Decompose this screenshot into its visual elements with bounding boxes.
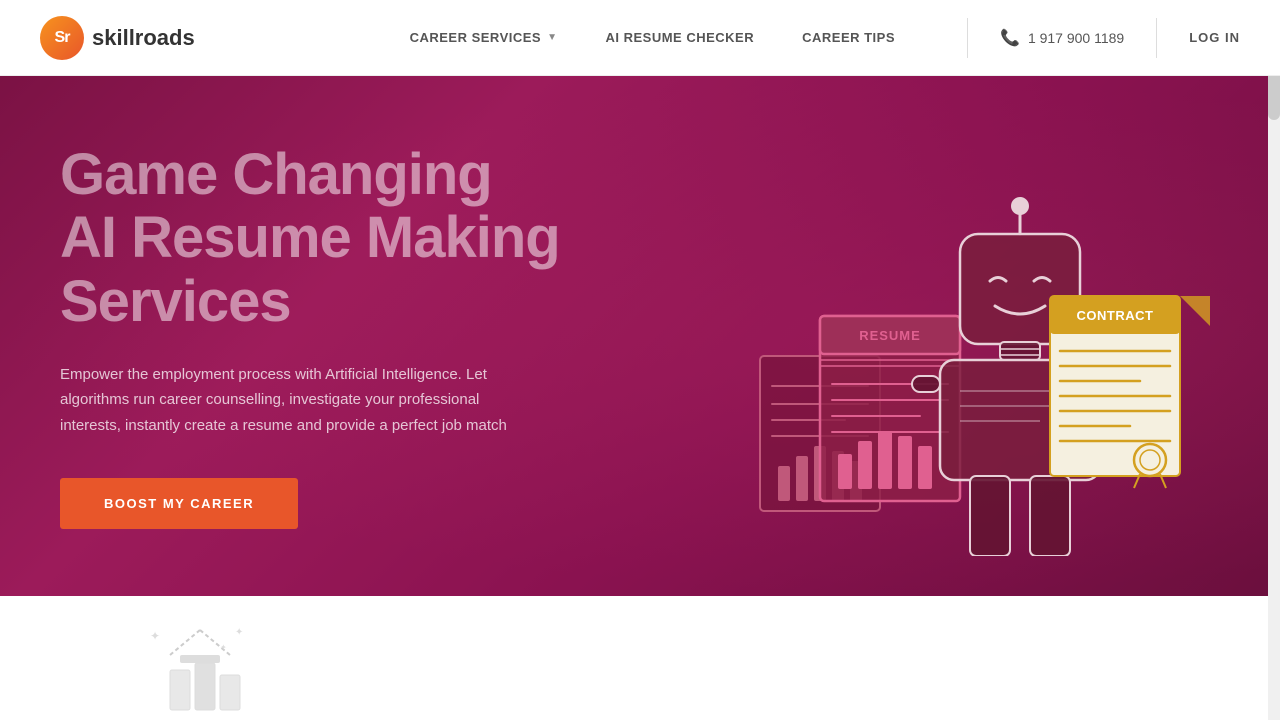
career-tips-link[interactable]: CAREER TIPS xyxy=(778,30,919,45)
brand-name: skillroads xyxy=(92,25,195,51)
career-services-link[interactable]: CAREER SERVICES ▼ xyxy=(386,30,582,45)
illustration-svg: RESUME xyxy=(700,116,1220,556)
bottom-section: ✦ ✦ ✦ xyxy=(0,596,1280,720)
ai-resume-checker-link[interactable]: AI RESUME CHECKER xyxy=(581,30,778,45)
ai-resume-checker-label: AI RESUME CHECKER xyxy=(605,30,754,45)
podium-illustration: ✦ ✦ ✦ xyxy=(140,620,260,720)
hero-title-line3: Services xyxy=(60,269,291,334)
hero-title-line2: AI Resume Making xyxy=(60,205,560,270)
navbar: Sr skillroads CAREER SERVICES ▼ AI RESUM… xyxy=(0,0,1280,76)
nav-right: 📞 1 917 900 1189 LOG IN xyxy=(959,18,1240,58)
logo-icon: Sr xyxy=(40,16,84,60)
logo-initials: Sr xyxy=(55,29,70,47)
contract-doc: CONTRACT xyxy=(1050,296,1210,488)
hero-title: Game Changing AI Resume Making Services xyxy=(60,143,560,334)
svg-text:✦: ✦ xyxy=(220,643,227,652)
nav-item-career-tips: CAREER TIPS xyxy=(778,30,919,45)
chevron-down-icon: ▼ xyxy=(547,32,557,43)
phone-icon: 📞 xyxy=(1000,28,1020,48)
hero-description: Empower the employment process with Arti… xyxy=(60,362,540,439)
hero-content: Game Changing AI Resume Making Services … xyxy=(60,143,560,530)
phone-link[interactable]: 📞 1 917 900 1189 xyxy=(1000,28,1124,48)
nav-item-ai-resume: AI RESUME CHECKER xyxy=(581,30,778,45)
logo-link[interactable]: Sr skillroads xyxy=(40,16,195,60)
svg-text:CONTRACT: CONTRACT xyxy=(1077,308,1154,323)
nav-item-career-services: CAREER SERVICES ▼ xyxy=(386,30,582,45)
hero-title-line1: Game Changing xyxy=(60,142,492,207)
career-tips-label: CAREER TIPS xyxy=(802,30,895,45)
svg-text:RESUME: RESUME xyxy=(859,328,921,343)
svg-text:✦: ✦ xyxy=(150,629,160,643)
boost-career-button[interactable]: BOOST MY CAREER xyxy=(60,478,298,529)
career-services-label: CAREER SERVICES xyxy=(410,30,542,45)
nav-divider xyxy=(967,18,968,58)
scrollbar[interactable] xyxy=(1268,0,1280,720)
nav-links: CAREER SERVICES ▼ AI RESUME CHECKER CARE… xyxy=(386,30,919,45)
phone-number: 1 917 900 1189 xyxy=(1028,30,1124,46)
nav-divider-2 xyxy=(1156,18,1157,58)
svg-text:✦: ✦ xyxy=(235,627,243,638)
login-button[interactable]: LOG IN xyxy=(1189,30,1240,45)
hero-section: Game Changing AI Resume Making Services … xyxy=(0,76,1280,596)
hero-illustration: RESUME xyxy=(700,116,1220,556)
